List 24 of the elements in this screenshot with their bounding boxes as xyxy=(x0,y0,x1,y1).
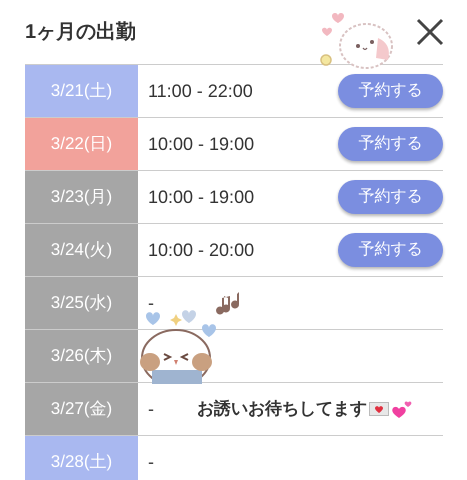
reserve-button[interactable]: 予約する xyxy=(338,127,443,161)
envelope-icon xyxy=(369,402,389,416)
date-cell: 3/27(金) xyxy=(25,383,138,435)
reserve-button[interactable]: 予約する xyxy=(338,74,443,108)
shift-time: - xyxy=(148,398,154,420)
shift-time: 10:00 - 19:00 xyxy=(148,186,254,208)
date-cell: 3/24(火) xyxy=(25,224,138,276)
reserve-button[interactable]: 予約する xyxy=(338,233,443,267)
shift-time: 11:00 - 22:00 xyxy=(148,80,253,102)
date-cell: 3/21(土) xyxy=(25,65,138,117)
date-cell: 3/22(日) xyxy=(25,118,138,170)
shift-time: 10:00 - 20:00 xyxy=(148,238,254,262)
close-icon[interactable] xyxy=(415,17,445,47)
shift-time: 10:00 - 19:00 xyxy=(148,132,254,156)
reserve-button[interactable]: 予約する xyxy=(338,180,443,214)
message-text: お誘いお待ちしてます xyxy=(197,398,367,420)
date-cell: 3/25(水) xyxy=(25,277,138,329)
date-cell: 3/23(月) xyxy=(25,171,138,223)
hearts-icon xyxy=(391,399,413,419)
shift-time: - xyxy=(148,450,154,474)
page-title: 1ヶ月の出勤 xyxy=(25,20,136,45)
date-cell: 3/26(木) xyxy=(25,330,138,382)
date-cell: 3/28(土) xyxy=(25,436,138,480)
shift-time: - xyxy=(148,292,154,314)
